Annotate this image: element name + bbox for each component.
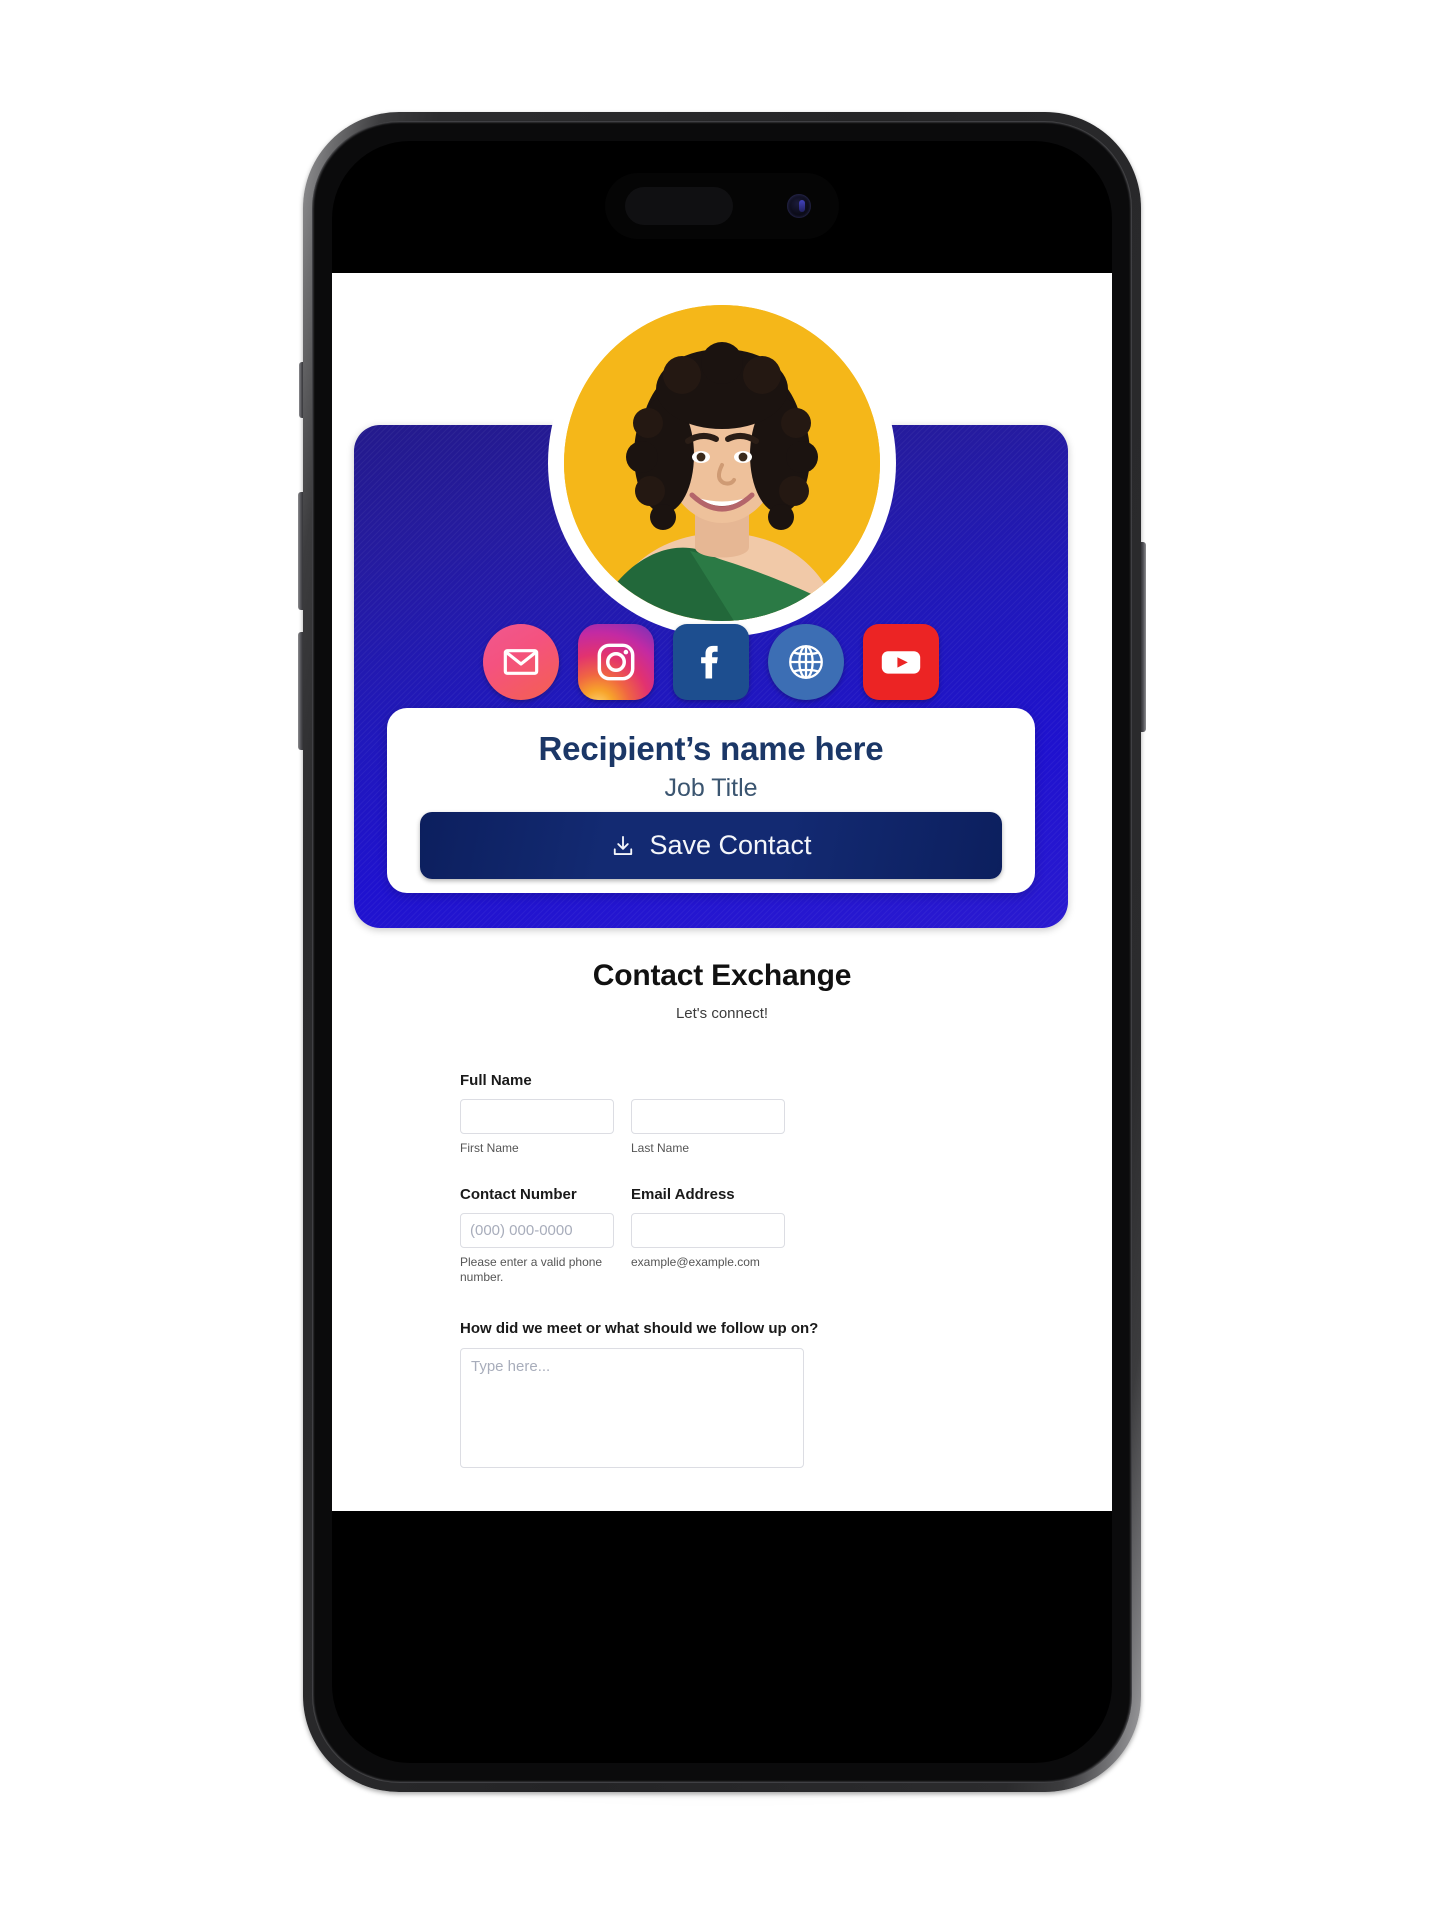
- recipient-name: Recipient’s name here: [538, 730, 884, 767]
- form-fields: Full Name First Name Last Name Contact N…: [332, 1072, 1112, 1473]
- contact-number-input[interactable]: [460, 1213, 614, 1248]
- instagram-icon: [594, 640, 638, 684]
- contact-info-card: Recipient’s name here Job Title Save Con…: [387, 708, 1035, 893]
- form-title: Contact Exchange: [592, 959, 852, 992]
- social-link-instagram[interactable]: [578, 624, 654, 700]
- avatar-illustration: [564, 305, 880, 621]
- full-name-label: Full Name: [460, 1072, 532, 1089]
- camera-glint: [799, 200, 805, 212]
- first-name-column: First Name: [460, 1099, 614, 1156]
- dynamic-island: [605, 173, 839, 239]
- social-link-facebook[interactable]: [673, 624, 749, 700]
- email-address-hint: example@example.com: [631, 1255, 760, 1269]
- social-link-youtube[interactable]: [863, 624, 939, 700]
- page-content: Recipient’s name here Job Title Save Con…: [332, 273, 1112, 1511]
- followup-group: How did we meet or what should we follow…: [460, 1320, 983, 1473]
- social-links-row: [354, 624, 1068, 700]
- phone-bezel: Recipient’s name here Job Title Save Con…: [312, 121, 1132, 1783]
- save-contact-label: Save Contact: [649, 830, 812, 860]
- first-name-sublabel: First Name: [460, 1141, 519, 1155]
- phone-mockup: Recipient’s name here Job Title Save Con…: [298, 112, 1146, 1792]
- email-address-label: Email Address: [631, 1186, 735, 1203]
- full-name-group: Full Name First Name Last Name: [460, 1072, 983, 1156]
- phone-screen: Recipient’s name here Job Title Save Con…: [332, 141, 1112, 1763]
- contact-number-hint: Please enter a valid phone number.: [460, 1255, 603, 1284]
- last-name-sublabel: Last Name: [631, 1141, 690, 1155]
- contact-email-row: Contact Number Please enter a valid phon…: [460, 1186, 983, 1285]
- envelope-icon: [501, 642, 541, 682]
- contact-number-label: Contact Number: [460, 1186, 577, 1203]
- email-address-group: Email Address example@example.com: [631, 1186, 785, 1285]
- phone-frame: Recipient’s name here Job Title Save Con…: [303, 112, 1141, 1792]
- first-name-input[interactable]: [460, 1099, 614, 1134]
- last-name-column: Last Name: [631, 1099, 785, 1156]
- email-address-input[interactable]: [631, 1213, 785, 1248]
- download-icon: [610, 833, 636, 859]
- contact-exchange-form: Contact Exchange Let's connect! Full Nam…: [332, 959, 1112, 1493]
- avatar: [548, 289, 896, 637]
- contact-number-group: Contact Number Please enter a valid phon…: [460, 1186, 614, 1285]
- social-link-website[interactable]: [768, 624, 844, 700]
- globe-icon: [784, 640, 828, 684]
- youtube-icon: [877, 638, 925, 686]
- facebook-icon: [689, 640, 733, 684]
- job-title: Job Title: [664, 774, 758, 802]
- last-name-input[interactable]: [631, 1099, 785, 1134]
- social-link-email[interactable]: [483, 624, 559, 700]
- followup-label: How did we meet or what should we follow…: [460, 1320, 819, 1337]
- earpiece-speaker-icon: [625, 187, 733, 225]
- avatar-photo: [564, 305, 880, 621]
- save-contact-button[interactable]: Save Contact: [420, 812, 1002, 879]
- followup-textarea[interactable]: [460, 1348, 804, 1468]
- form-subtitle: Let's connect!: [675, 1005, 769, 1022]
